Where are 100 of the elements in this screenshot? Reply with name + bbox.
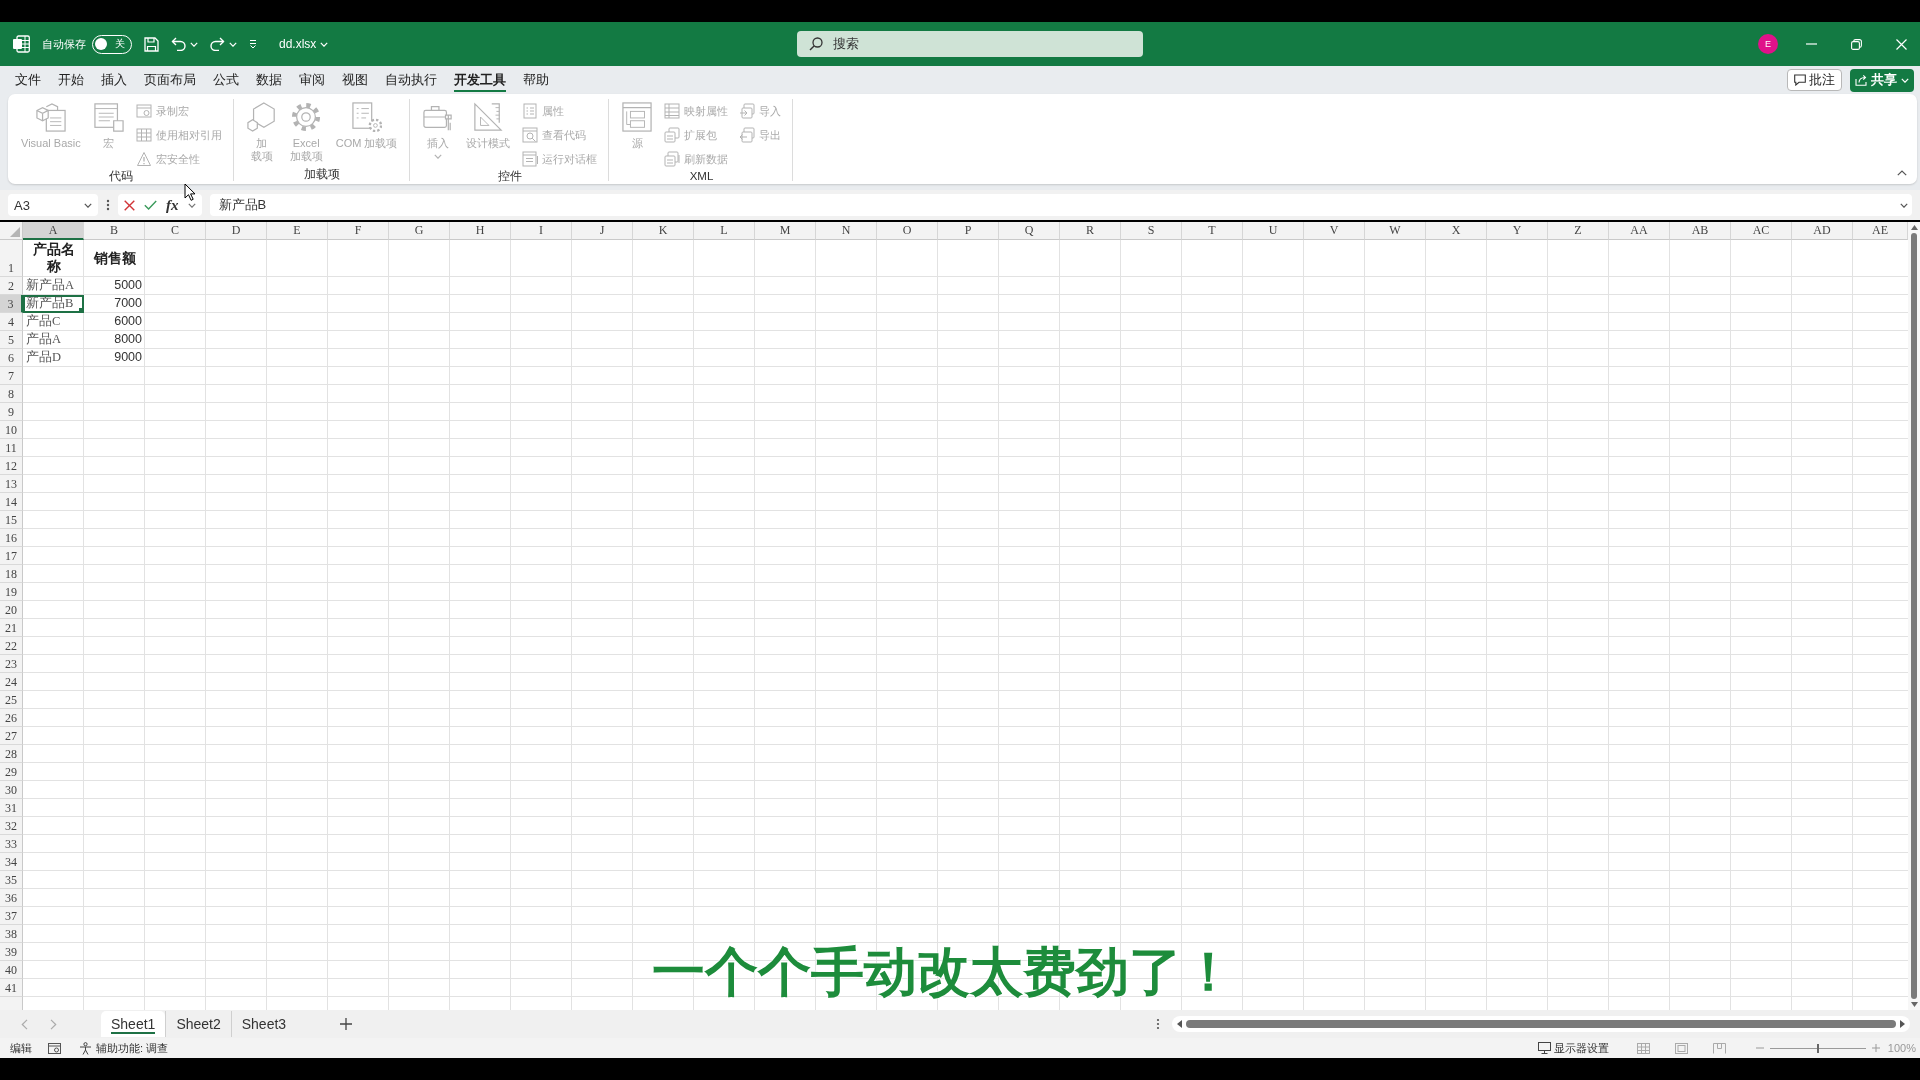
restore-icon[interactable] (1851, 38, 1862, 50)
display-settings[interactable]: 显示器设置 (1553, 1040, 1609, 1056)
menu-tab[interactable]: 页面布局 (135, 66, 204, 94)
column-header[interactable]: AE (1853, 222, 1908, 240)
record-window-icon[interactable] (48, 1042, 61, 1054)
table-cell-text: 销售额 (92, 249, 137, 268)
column-header[interactable]: U (1243, 222, 1304, 240)
column-header[interactable]: S (1121, 222, 1182, 240)
column-header[interactable]: O (877, 222, 938, 240)
table-cell-text: 产品D (25, 349, 63, 366)
monitor-icon[interactable] (1537, 1042, 1551, 1054)
formula-field[interactable]: 新产品B (209, 194, 1912, 216)
caret-icon[interactable] (1900, 202, 1908, 208)
save-icon[interactable] (144, 36, 159, 52)
spreadsheet-icon[interactable] (12, 35, 30, 53)
column-header[interactable]: T (1182, 222, 1243, 240)
accessibility-icon[interactable] (79, 1041, 92, 1055)
column-header[interactable]: V (1304, 222, 1365, 240)
column-header[interactable]: W (1365, 222, 1426, 240)
column-header[interactable]: I (511, 222, 572, 240)
column-header[interactable]: D (206, 222, 267, 240)
search-icon (809, 37, 823, 51)
scroll-down-icon[interactable] (1910, 1002, 1918, 1007)
name-box[interactable]: A3 (8, 194, 98, 216)
scrollbar-thumb[interactable] (1911, 233, 1917, 999)
menu-tab[interactable]: 帮助 (514, 66, 557, 94)
scroll-up-icon[interactable] (1910, 225, 1918, 230)
menu-tab[interactable]: 视图 (333, 66, 376, 94)
column-header[interactable]: B (84, 222, 145, 240)
column-header[interactable]: Y (1487, 222, 1548, 240)
column-header[interactable]: Q (999, 222, 1060, 240)
column-header[interactable]: C (145, 222, 206, 240)
menu-tab[interactable]: 数据 (247, 66, 290, 94)
column-header[interactable]: L (694, 222, 755, 240)
fill-handle[interactable] (79, 308, 84, 313)
column-header[interactable]: AC (1731, 222, 1792, 240)
menu-tab[interactable]: 开始 (49, 66, 92, 94)
column-header[interactable]: AB (1670, 222, 1731, 240)
share-button[interactable]: 共享 (1850, 68, 1914, 92)
check-icon[interactable] (144, 200, 157, 210)
column-header[interactable]: X (1426, 222, 1487, 240)
column-header[interactable]: AA (1609, 222, 1670, 240)
magnifier-window-icon (522, 127, 539, 143)
sheet-tab[interactable]: Sheet1 (101, 1011, 166, 1037)
column-header[interactable]: N (816, 222, 877, 240)
menu-tab[interactable]: 自动执行 (376, 66, 445, 94)
vertical-dots-icon[interactable] (1156, 1018, 1160, 1030)
scrollbar-thumb[interactable] (1186, 1020, 1896, 1028)
column-header[interactable]: F (328, 222, 389, 240)
undo-icon[interactable] (171, 37, 186, 51)
table-list-icon (664, 103, 681, 119)
column-header[interactable]: R (1060, 222, 1121, 240)
table-cell-text: 产品A (25, 331, 63, 348)
column-header[interactable]: H (450, 222, 511, 240)
share-icon (1855, 74, 1867, 86)
table-cell-text: 产品名称 (31, 241, 76, 276)
scroll-right-icon[interactable] (1900, 1020, 1905, 1028)
scroll-left-icon[interactable] (1177, 1020, 1182, 1028)
menu-tab[interactable]: 审阅 (290, 66, 333, 94)
cross-icon[interactable] (124, 199, 135, 211)
comments-button[interactable]: 批注 (1787, 69, 1842, 91)
account-avatar[interactable]: E (1758, 34, 1778, 54)
caret-icon[interactable] (84, 202, 92, 208)
column-header[interactable]: AD (1792, 222, 1853, 240)
search-field[interactable]: 搜索 (797, 31, 1143, 57)
sheet-tab[interactable]: Sheet3 (230, 1011, 297, 1037)
sheet-tab[interactable]: Sheet2 (165, 1011, 231, 1037)
redo-icon[interactable] (210, 37, 225, 51)
collapse-caret-icon[interactable] (1897, 170, 1907, 176)
panel-layout-icon (622, 102, 653, 132)
accessibility-status[interactable]: 辅助功能: 调查 (96, 1040, 169, 1056)
caption-text: 一个个手动改太费劲了！ (652, 942, 1235, 1002)
ribbon-group-label: XML (688, 169, 715, 183)
column-header[interactable]: G (389, 222, 450, 240)
menu-tab[interactable]: 文件 (6, 66, 49, 94)
autosave-label: 自动保存 (42, 36, 86, 52)
menu-tab[interactable]: 插入 (92, 66, 135, 94)
column-header[interactable]: J (572, 222, 633, 240)
menu-tab[interactable]: 公式 (204, 66, 247, 94)
horizontal-scrollbar[interactable] (1172, 1016, 1910, 1032)
row-header[interactable]: 3 (0, 295, 23, 313)
caret-icon[interactable] (187, 202, 196, 208)
vertical-scrollbar[interactable] (1908, 222, 1920, 1010)
mode-label: 编辑 (10, 1040, 32, 1056)
warning-icon (135, 151, 152, 167)
checklist-gear-icon (351, 102, 382, 132)
insert-function-button[interactable]: fx (166, 196, 179, 214)
column-header[interactable]: E (267, 222, 328, 240)
vertical-dots-icon[interactable] (106, 199, 110, 211)
close-icon[interactable] (1896, 38, 1907, 50)
column-header[interactable]: Z (1548, 222, 1609, 240)
plus-icon[interactable] (340, 1018, 353, 1030)
file-name[interactable]: dd.xlsx (279, 37, 317, 51)
dialog-window-icon (522, 151, 539, 167)
column-header[interactable]: M (755, 222, 816, 240)
column-header[interactable]: P (938, 222, 999, 240)
zoom-slider-thumb[interactable] (1816, 1043, 1819, 1053)
column-header[interactable]: K (633, 222, 694, 240)
column-header[interactable]: A (23, 222, 84, 240)
lines-caret-icon[interactable] (249, 39, 257, 49)
